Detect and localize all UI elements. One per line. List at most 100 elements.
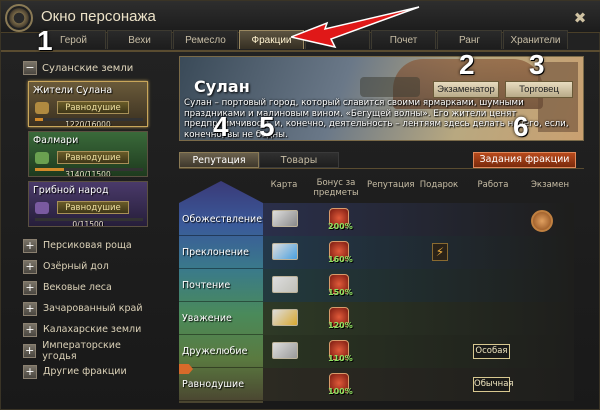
merchant-button[interactable]: Торговец — [505, 81, 573, 98]
rank-name: Преклонение — [182, 247, 249, 258]
annotation-3: 3 — [529, 49, 545, 80]
location-label: Калахарские земли — [43, 324, 142, 335]
faction-quests-button[interactable]: Задания фракции — [473, 152, 576, 168]
expand-icon[interactable]: + — [23, 343, 37, 358]
card-icon[interactable] — [272, 243, 298, 260]
tab-rank[interactable]: Ранг — [437, 30, 502, 49]
bonus-value: 120% — [328, 321, 353, 330]
faction-emblem-icon — [35, 202, 49, 214]
work-button[interactable]: Обычная — [473, 377, 514, 392]
reputation-row: Уважение 120% — [179, 302, 574, 335]
rank-name: Почтение — [182, 280, 231, 291]
bonus-value: 150% — [328, 288, 353, 297]
bonus-items-icon[interactable]: 160% — [328, 241, 353, 264]
exam-icon[interactable] — [531, 210, 553, 232]
location-list: + Персиковая роща + Озёрный дол + Вековые лес… — [23, 235, 151, 382]
location-group[interactable]: + Персиковая роща — [23, 235, 151, 256]
tab-crafting[interactable]: Ремесло — [173, 30, 238, 49]
gift-icon[interactable]: ⚡ — [432, 243, 448, 261]
window-title: Окно персонажа — [41, 8, 156, 25]
tab-goods[interactable]: Товары — [259, 152, 339, 168]
bonus-items-icon[interactable]: 110% — [328, 340, 353, 363]
row-background — [263, 335, 574, 368]
faction-status-badge: Равнодушие — [57, 151, 129, 164]
location-group[interactable]: + Озёрный дол — [23, 256, 151, 277]
expand-icon[interactable]: + — [23, 259, 37, 274]
rank-name: Равнодушие — [182, 379, 245, 390]
bonus-items-icon[interactable]: 120% — [328, 307, 353, 330]
location-group[interactable]: + Калахарские земли — [23, 319, 151, 340]
location-group[interactable]: + Императорские угодья — [23, 340, 151, 362]
faction-status-badge: Равнодушие — [57, 201, 129, 214]
faction-card[interactable]: Грибной народ Равнодушие 0/11500 — [28, 181, 148, 227]
tab-guardians[interactable]: Хранители — [503, 30, 568, 49]
card-icon[interactable] — [272, 210, 298, 227]
rank-name: Дружелюбие — [182, 346, 248, 357]
reputation-row: Обожествление 200% — [179, 203, 574, 236]
rank-name: Обожествление — [182, 214, 263, 225]
subtab-divider — [179, 168, 584, 169]
row-background — [263, 236, 574, 269]
annotation-2: 2 — [459, 49, 475, 80]
rank-name: Уважение — [182, 313, 232, 324]
faction-status-badge: Равнодушие — [57, 101, 129, 114]
location-label: Персиковая роща — [43, 240, 132, 251]
annotation-1: 1 — [37, 25, 53, 56]
reputation-row: Дружелюбие 110% Особая — [179, 335, 574, 368]
tab-milestones[interactable]: Вехи — [107, 30, 172, 49]
faction-name: Жители Сулана — [33, 85, 113, 96]
faction-emblem-icon — [35, 152, 49, 164]
card-icon[interactable] — [272, 309, 298, 326]
collapse-icon[interactable]: − — [23, 61, 37, 75]
row-background — [263, 203, 574, 236]
faction-name: Грибной народ — [33, 185, 109, 196]
faction-progress-text: 1220/16000 — [65, 120, 111, 127]
card-icon[interactable] — [272, 342, 298, 359]
location-group[interactable]: + Вековые леса — [23, 277, 151, 298]
faction-card[interactable]: Фалмари Равнодушие 3140/11500 — [28, 131, 148, 177]
row-background — [263, 302, 574, 335]
reputation-row: Почтение 150% — [179, 269, 574, 302]
faction-title: Сулан — [194, 77, 250, 96]
group-sulan-lands[interactable]: − Суланские земли — [23, 59, 151, 77]
card-icon[interactable] — [272, 276, 298, 293]
bonus-items-icon[interactable]: 200% — [328, 208, 353, 231]
group-title: Суланские земли — [42, 62, 134, 74]
expand-icon[interactable]: + — [23, 238, 37, 253]
faction-name: Фалмари — [33, 135, 79, 146]
work-button[interactable]: Особая — [473, 344, 510, 359]
examiner-button[interactable]: Экзаменатор — [433, 81, 499, 98]
expand-icon[interactable]: + — [23, 364, 37, 379]
expand-icon[interactable]: + — [23, 280, 37, 295]
character-emblem-icon — [5, 4, 33, 32]
tools-icon[interactable]: ✖ — [571, 9, 589, 27]
reputation-row: Преклонение 160% ⚡ — [179, 236, 574, 269]
faction-emblem-icon — [35, 102, 49, 114]
annotation-6: 6 — [513, 111, 529, 142]
row-background — [263, 269, 574, 302]
bonus-items-icon[interactable]: 150% — [328, 274, 353, 297]
tab-reputation[interactable]: Репутация — [179, 152, 259, 168]
banner-art-deck — [360, 77, 420, 97]
location-label: Озёрный дол — [43, 261, 109, 272]
reputation-row: Равнодушие 100% Обычная — [179, 368, 574, 401]
bonus-value: 200% — [328, 222, 353, 231]
reputation-table: Обожествление 200% Преклонение 160% ⚡ Почтени… — [179, 181, 574, 403]
character-window: Окно персонажа ✖ Герой Вехи Ремесло Фрак… — [0, 0, 600, 410]
faction-progress-text: 0/11500 — [72, 220, 104, 227]
location-label: Вековые леса — [43, 282, 112, 293]
annotation-arrow — [291, 6, 420, 49]
location-label: Другие фракции — [43, 366, 127, 377]
faction-list: − Суланские земли Жители Сулана Равнодуши… — [23, 59, 151, 404]
location-group[interactable]: + Зачарованный край — [23, 298, 151, 319]
row-background — [263, 368, 574, 401]
sub-tabs: Репутация Товары — [179, 152, 339, 168]
faction-card[interactable]: Жители Сулана Равнодушие 1220/16000 — [28, 81, 148, 127]
location-label: Зачарованный край — [43, 303, 143, 314]
bonus-items-icon[interactable]: 100% — [328, 373, 353, 396]
faction-progress-text: 3140/11500 — [65, 170, 111, 177]
location-group[interactable]: + Другие фракции — [23, 361, 151, 382]
expand-icon[interactable]: + — [23, 301, 37, 316]
expand-icon[interactable]: + — [23, 322, 37, 337]
annotation-5: 5 — [259, 111, 275, 142]
